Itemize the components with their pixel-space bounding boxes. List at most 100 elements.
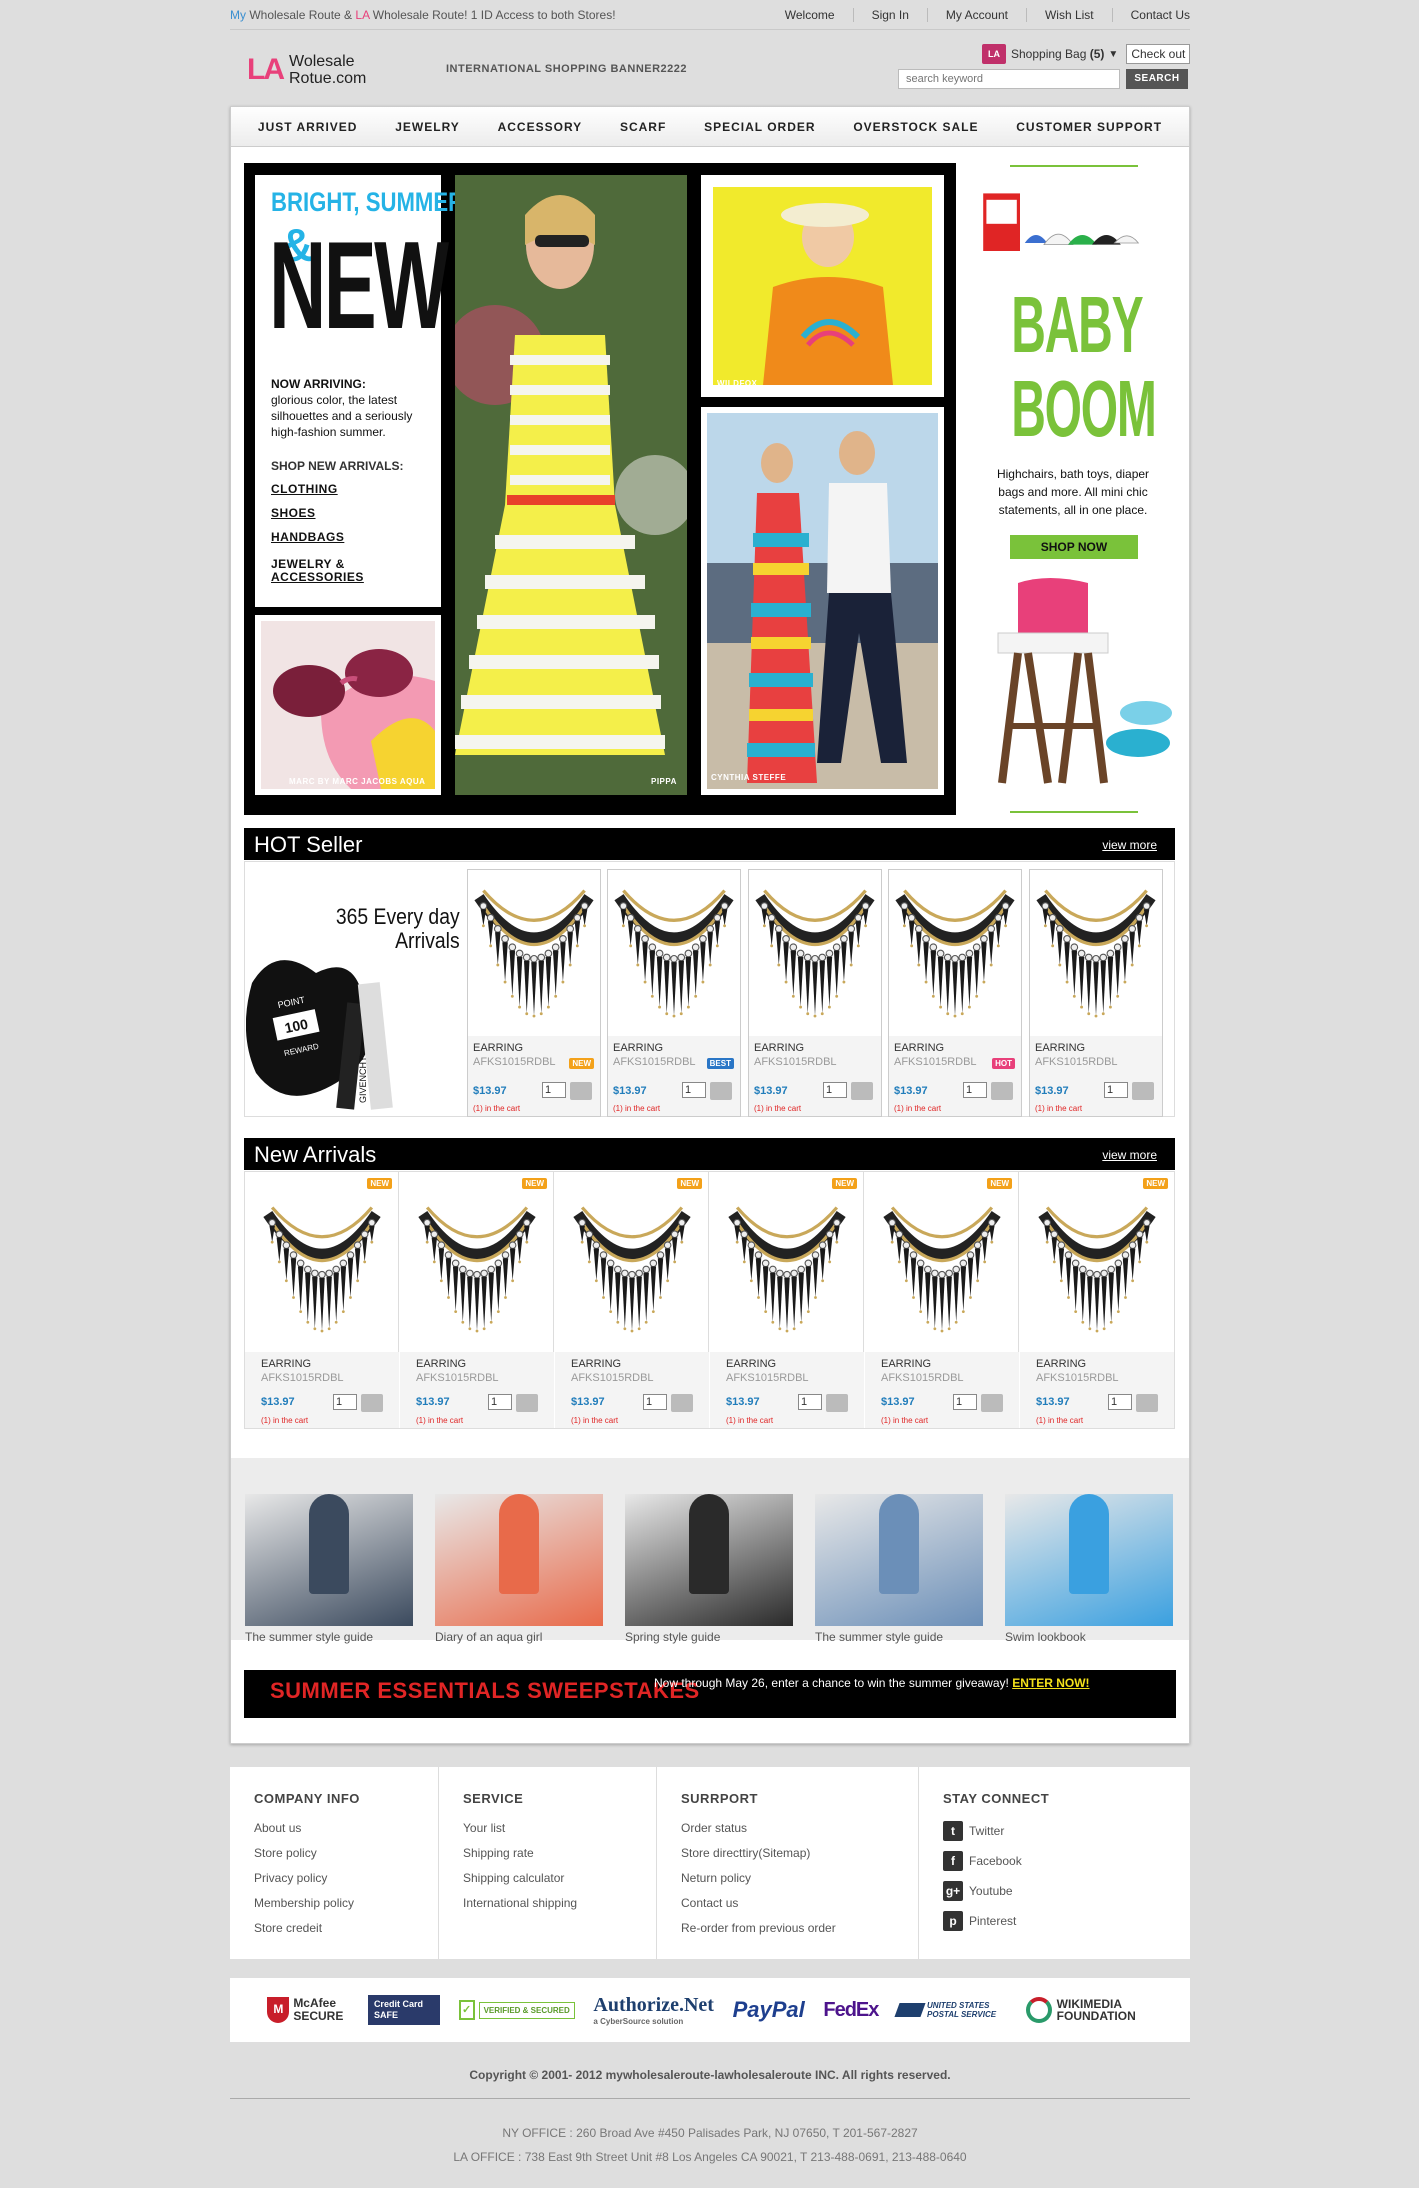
fedex-logo[interactable]: FedEx [823,1999,879,2022]
product-card[interactable]: EARRING AFKS1015RDBL $13.97 1 (1) in the car… [607,869,741,1117]
product-image[interactable] [468,870,600,1036]
lookbook-label[interactable]: Spring style guide [625,1630,793,1644]
product-card[interactable]: EARRING AFKS1015RDBL $13.97 1 (1) in the car… [467,869,601,1117]
lookbook-label[interactable]: The summer style guide [245,1630,413,1644]
site-logo[interactable]: LA Wolesale Rotue.com [247,50,366,90]
hot-view-more-link[interactable]: view more [1102,838,1157,852]
product-card[interactable]: EARRING AFKS1015RDBL $13.97 1 (1) in the car… [1029,869,1163,1117]
mcafee-logo[interactable]: M McAfee SECURE [267,1997,349,2023]
wish-list-link[interactable]: Wish List [1025,8,1112,22]
about-us-link[interactable]: About us [254,1816,414,1841]
contact-us-footer-link[interactable]: Contact us [681,1891,894,1916]
enter-now-link[interactable]: ENTER NOW! [1012,1676,1089,1690]
wikimedia-logo[interactable]: WIKIMEDIA FOUNDATION [1025,1997,1153,2023]
wildfox-panel[interactable]: WILDFOX [701,175,944,397]
product-card[interactable]: EARRING AFKS1015RDBL $13.97 1 (1) in the car… [748,869,882,1117]
lookbook-label[interactable]: Diary of an aqua girl [435,1630,603,1644]
product-image[interactable] [889,870,1021,1036]
add-to-cart-icon[interactable] [570,1082,592,1100]
lookbook-photo[interactable] [1005,1494,1173,1626]
quantity-input[interactable]: 1 [823,1082,847,1098]
authorize-net-logo[interactable]: Authorize.Net a CyberSource solution [593,1994,714,2026]
add-to-cart-icon[interactable] [516,1394,538,1412]
nav-scarf[interactable]: SCARF [620,120,666,134]
lookbook-photo[interactable] [815,1494,983,1626]
paypal-logo[interactable]: PayPal [733,1997,805,2023]
sitemap-link[interactable]: Store directtiry(Sitemap) [681,1841,894,1866]
quantity-input[interactable]: 1 [798,1394,822,1410]
lookbook-photo[interactable] [435,1494,603,1626]
contact-us-link[interactable]: Contact Us [1111,8,1190,22]
shipping-rate-link[interactable]: Shipping rate [463,1841,632,1866]
shoes-link[interactable]: SHOES [271,506,316,520]
product-image[interactable] [245,1172,399,1352]
quantity-input[interactable]: 1 [682,1082,706,1098]
order-status-link[interactable]: Order status [681,1816,894,1841]
couple-panel[interactable]: CYNTHIA STEFFE [701,407,944,795]
quantity-input[interactable]: 1 [1108,1394,1132,1410]
add-to-cart-icon[interactable] [361,1394,383,1412]
hero-banner[interactable]: BRIGHT, SUMMERY & NEW NOW ARRIVING: glor… [244,163,956,815]
add-to-cart-icon[interactable] [981,1394,1003,1412]
lookbook-item[interactable]: Swim lookbook [1005,1474,1173,1644]
add-to-cart-icon[interactable] [991,1082,1013,1100]
sign-in-link[interactable]: Sign In [852,8,927,22]
shop-now-button[interactable]: SHOP NOW [1010,535,1138,559]
add-to-cart-icon[interactable] [710,1082,732,1100]
godaddy-logo[interactable]: ✓ VERIFIED & SECURED [458,2000,575,2020]
shipping-calculator-link[interactable]: Shipping calculator [463,1866,632,1891]
store-credit-link[interactable]: Store credeit [254,1916,414,1941]
international-shipping-link[interactable]: International shipping [463,1891,632,1916]
quantity-input[interactable]: 1 [333,1394,357,1410]
lookbook-item[interactable]: Diary of an aqua girl [435,1474,603,1644]
nav-just-arrived[interactable]: JUST ARRIVED [258,120,358,134]
product-card[interactable]: EARRING AFKS1015RDBL $13.97 1 (1) in the car… [888,869,1022,1117]
lookbook-label[interactable]: Swim lookbook [1005,1630,1173,1644]
lookbook-item[interactable]: Spring style guide [625,1474,793,1644]
quantity-input[interactable]: 1 [488,1394,512,1410]
product-image[interactable] [400,1172,554,1352]
add-to-cart-icon[interactable] [1132,1082,1154,1100]
jewelry-link[interactable]: JEWELRY & [271,557,345,571]
dress-panel[interactable]: PIPPA [445,175,695,795]
my-account-link[interactable]: My Account [926,8,1026,22]
product-image[interactable] [1030,870,1162,1036]
quantity-input[interactable]: 1 [643,1394,667,1410]
add-to-cart-icon[interactable] [671,1394,693,1412]
accessories-link[interactable]: ACCESSORIES [271,570,364,584]
point-reward-promo[interactable]: 365 Every day Arrivals 100 POINT REWARD … [246,863,464,1113]
caret-down-icon[interactable]: ▼ [1108,49,1118,60]
sunglasses-panel[interactable]: MARC BY MARC JACOBS AQUA [255,615,441,795]
baby-boom-promo[interactable]: BABY BOOM Highchairs, bath toys, diaper … [970,163,1176,815]
handbags-link[interactable]: HANDBAGS [271,530,344,544]
product-image[interactable] [608,870,740,1036]
quantity-input[interactable]: 1 [953,1394,977,1410]
quantity-input[interactable]: 1 [1104,1082,1128,1098]
youtube-link[interactable]: g+ Youtube [943,1876,1166,1906]
usps-logo[interactable]: UNITED STATES POSTAL SERVICE [894,2001,1007,2019]
credit-card-safe-logo[interactable]: Credit Card SAFE [367,1995,440,2025]
twitter-link[interactable]: t Twitter [943,1816,1166,1846]
product-image[interactable] [1020,1172,1174,1352]
product-card[interactable]: NEW EARRING AFKS1015RDBL $13.97 1 (1) in the … [865,1172,1019,1428]
product-image[interactable] [865,1172,1019,1352]
nav-jewelry[interactable]: JEWELRY [395,120,460,134]
product-image[interactable] [749,870,881,1036]
quantity-input[interactable]: 1 [963,1082,987,1098]
product-image[interactable] [710,1172,864,1352]
product-card[interactable]: NEW EARRING AFKS1015RDBL $13.97 1 (1) in the … [245,1172,399,1428]
add-to-cart-icon[interactable] [1136,1394,1158,1412]
sweepstakes-banner[interactable]: SUMMER ESSENTIALS SWEEPSTAKES Now throug… [244,1670,1176,1718]
lookbook-photo[interactable] [245,1494,413,1626]
product-image[interactable] [555,1172,709,1352]
pinterest-link[interactable]: p Pinterest [943,1906,1166,1936]
quantity-input[interactable]: 1 [542,1082,566,1098]
membership-policy-link[interactable]: Membership policy [254,1891,414,1916]
product-card[interactable]: NEW EARRING AFKS1015RDBL $13.97 1 (1) in the … [555,1172,709,1428]
header-banner-text[interactable]: INTERNATIONAL SHOPPING BANNER2222 [446,63,687,75]
arrivals-view-more-link[interactable]: view more [1102,1148,1157,1162]
shopping-bag[interactable]: LA Shopping Bag (5) ▼ Check out [982,44,1191,64]
store-policy-link[interactable]: Store policy [254,1841,414,1866]
clothing-link[interactable]: CLOTHING [271,482,338,496]
lookbook-label[interactable]: The summer style guide [815,1630,983,1644]
